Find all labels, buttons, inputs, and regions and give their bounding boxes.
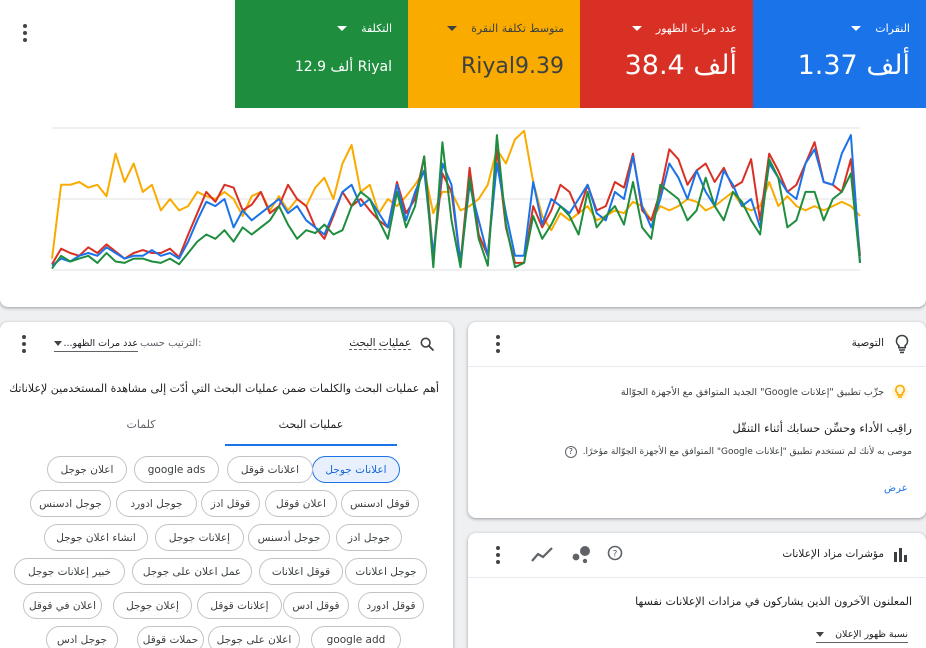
auction-insights-description: المعلنون الآخرون الذين يشاركون في مزادات… bbox=[635, 595, 912, 608]
search-term-chip[interactable]: اعلانات جوجل bbox=[312, 456, 400, 483]
auction-insights-card: ? مؤشرات مزاد الإعلانات المعلنون الآخرون… bbox=[468, 533, 926, 648]
sort-select[interactable]: عدد مرات الظهو... bbox=[54, 336, 138, 352]
search-term-chip[interactable]: إعلانات قوقل bbox=[197, 592, 282, 619]
tab-search-terms-label: عمليات البحث bbox=[278, 418, 344, 431]
recommendation-card: التوصية جرِّب تطبيق "إعلانات Google" الج… bbox=[468, 322, 926, 518]
sort-label: الترتيب حسب: bbox=[140, 338, 202, 349]
tab-words-label: كلمات bbox=[126, 418, 156, 431]
search-term-chip[interactable]: حملات قوقل bbox=[137, 626, 204, 648]
metric-cost-label: التكلفة bbox=[361, 22, 392, 35]
auction-metric-select[interactable]: نسبة ظهور الإعلان bbox=[816, 627, 908, 643]
search-term-chip[interactable]: قوقل ادسنس bbox=[341, 490, 419, 517]
auction-insights-title: مؤشرات مزاد الإعلانات bbox=[782, 548, 884, 560]
recommendation-title: التوصية bbox=[851, 337, 884, 349]
help-icon[interactable]: ? bbox=[564, 446, 577, 458]
search-term-chip[interactable]: اعلان جوجل bbox=[47, 456, 127, 483]
search-term-chip[interactable]: خبير إعلانات جوجل bbox=[14, 558, 125, 585]
auction-metric-select-value: نسبة ظهور الإعلان bbox=[835, 629, 908, 640]
performance-line-chart bbox=[51, 127, 861, 271]
recommendation-subtext: موصى به لأنك لم تستخدم تطبيق "إعلانات Go… bbox=[582, 447, 912, 457]
search-terms-header: عدد مرات الظهو... الترتيب حسب: عمليات ال… bbox=[0, 322, 453, 366]
metric-clicks-label: النقرات bbox=[875, 22, 910, 35]
more-options-icon[interactable] bbox=[15, 21, 35, 45]
metric-clicks[interactable]: النقرات 1.37 ألف bbox=[753, 0, 926, 108]
trend-line-icon[interactable] bbox=[530, 545, 554, 563]
lightbulb-icon bbox=[892, 384, 908, 400]
more-options-icon[interactable] bbox=[14, 332, 34, 356]
dropdown-caret-icon[interactable] bbox=[851, 26, 862, 31]
search-terms-card: عدد مرات الظهو... الترتيب حسب: عمليات ال… bbox=[0, 322, 453, 648]
search-term-chip[interactable]: اعلان في قوقل bbox=[23, 592, 102, 619]
search-term-chip[interactable]: google add bbox=[311, 626, 401, 648]
metric-avg-cpc-value: Riyal9.39 bbox=[461, 54, 564, 79]
recommendation-headline: راقِب الأداء وحسِّن حسابك أثناء التنقّل bbox=[732, 421, 912, 435]
search-term-chip[interactable]: جوجل ادسنس bbox=[30, 490, 111, 517]
sort-select-value: عدد مرات الظهو... bbox=[63, 338, 138, 349]
search-term-chip[interactable]: اعلان على جوجل bbox=[208, 626, 300, 648]
metric-clicks-value: 1.37 ألف bbox=[797, 50, 910, 81]
tab-search-terms[interactable]: عمليات البحث bbox=[225, 416, 397, 446]
search-term-chip[interactable]: جوجل اعلانات bbox=[345, 558, 427, 585]
metric-cost[interactable]: التكلفة 12.9 ألف Riyal bbox=[235, 0, 408, 108]
lightbulb-icon bbox=[895, 334, 909, 354]
search-term-chip[interactable]: جوجل ادز bbox=[336, 524, 402, 551]
search-term-chip[interactable]: اعلانات قوقل bbox=[227, 456, 313, 483]
search-term-chip[interactable]: جوجل ادس bbox=[46, 626, 118, 648]
metric-impressions[interactable]: عدد مرات الظهور 38.4 ألف bbox=[580, 0, 753, 108]
recommendation-try-text: جرِّب تطبيق "إعلانات Google" الجديد المت… bbox=[620, 387, 884, 398]
search-term-chip[interactable]: اعلان قوقل bbox=[265, 490, 337, 517]
performance-card: النقرات 1.37 ألف عدد مرات الظهور 38.4 أل… bbox=[0, 0, 926, 307]
bubble-chart-icon[interactable] bbox=[571, 544, 593, 564]
search-term-chip[interactable]: جوجل أدسنس bbox=[248, 524, 330, 551]
metric-impressions-value: 38.4 ألف bbox=[624, 50, 737, 81]
metric-avg-cpc[interactable]: متوسط تكلفة النقرة Riyal9.39 bbox=[408, 0, 580, 108]
search-term-chip[interactable]: قوقل ادورد bbox=[358, 592, 424, 619]
metric-impressions-label: عدد مرات الظهور bbox=[655, 22, 737, 35]
search-term-chip[interactable]: إعلانات جوجل bbox=[155, 524, 244, 551]
more-options-icon[interactable] bbox=[488, 332, 508, 356]
view-link[interactable]: عرض bbox=[884, 483, 908, 494]
metric-cost-value: 12.9 ألف Riyal bbox=[294, 59, 392, 75]
bar-chart-icon bbox=[894, 548, 907, 562]
search-terms-description: أهم عمليات البحث والكلمات ضمن عمليات الب… bbox=[9, 382, 439, 395]
svg-text:?: ? bbox=[613, 550, 618, 560]
search-term-chip[interactable]: قوقل ادز bbox=[201, 490, 260, 517]
metric-avg-cpc-label: متوسط تكلفة النقرة bbox=[471, 22, 564, 35]
dropdown-caret-icon[interactable] bbox=[337, 26, 348, 31]
search-term-chip[interactable]: google ads bbox=[134, 456, 219, 483]
dropdown-caret-icon[interactable] bbox=[447, 26, 458, 31]
dropdown-caret-icon[interactable] bbox=[631, 26, 642, 31]
chevron-down-icon bbox=[816, 632, 824, 637]
help-icon[interactable]: ? bbox=[607, 545, 623, 561]
search-term-chip[interactable]: قوقل ادس bbox=[283, 592, 349, 619]
search-term-chip[interactable]: إعلان جوجل bbox=[113, 592, 192, 619]
search-term-chip[interactable]: عمل اعلان على جوجل bbox=[132, 558, 252, 585]
tab-words[interactable]: كلمات bbox=[55, 416, 227, 446]
search-term-chip[interactable]: قوقل اعلانات bbox=[259, 558, 343, 585]
chevron-down-icon bbox=[54, 341, 62, 346]
search-terms-dropdown[interactable]: عمليات البحث bbox=[349, 337, 411, 350]
more-options-icon[interactable] bbox=[488, 543, 508, 567]
search-term-chip[interactable]: انشاء اعلان جوجل bbox=[44, 524, 148, 551]
search-icon bbox=[420, 337, 434, 351]
search-term-chip[interactable]: جوجل ادورد bbox=[116, 490, 197, 517]
